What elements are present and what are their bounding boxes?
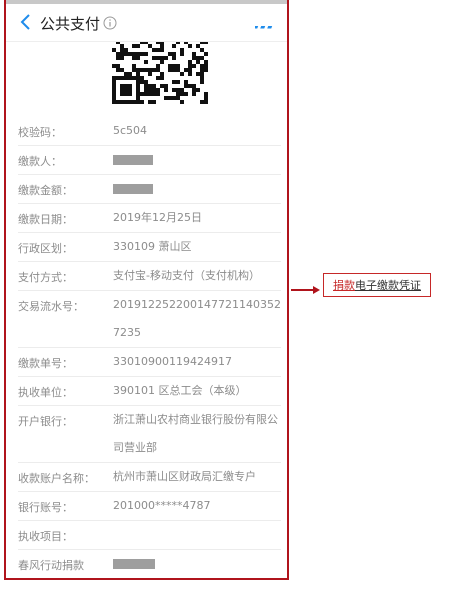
value-date: 2019年12月25日 [113,211,202,224]
value-order-no: 33010900119424917 [113,355,232,368]
callout-label-donation: 捐款 [333,279,355,292]
label-bank: 开户银行： [18,415,73,428]
qr-code-image [112,42,208,104]
label-payer: 缴款人： [18,155,62,168]
row-amount: 缴款金额： [18,175,281,204]
value-pay-method: 支付宝-移动支付（支付机构） [113,269,260,282]
label-check-code: 校验码： [18,126,62,139]
row-collector: 执收单位： 390101 区总工会（本级） [18,377,281,406]
value-collector: 390101 区总工会（本级） [113,384,247,397]
callout-label-voucher: 电子缴款凭证 [355,279,421,292]
redacted-amount [113,184,153,194]
label-item: 执收项目： [18,530,73,543]
row-payer: 缴款人： [18,146,281,175]
value-district: 330109 萧山区 [113,240,192,253]
row-order-no: 缴款单号： 33010900119424917 [18,348,281,377]
row-bank: 开户银行： 浙江萧山农村商业银行股份有限公司营业部 [18,406,281,463]
row-district: 行政区划： 330109 萧山区 [18,233,281,262]
label-date: 缴款日期： [18,213,73,226]
label-pay-method: 支付方式： [18,271,73,284]
redacted-donation [113,559,155,569]
value-account-no: 201000*****4787 [113,499,211,512]
label-amount: 缴款金额： [18,184,73,197]
label-collector: 执收单位： [18,386,73,399]
row-donation: 春风行动捐款 [18,550,281,578]
value-serial-no: 2019122522001477211403527235 [113,298,281,339]
label-order-no: 缴款单号： [18,357,73,370]
arrow-right-icon [291,280,321,294]
row-account-name: 收款账户名称： 杭州市萧山区财政局汇缴专户 [18,463,281,492]
value-account-name: 杭州市萧山区财政局汇缴专户 [113,470,256,483]
value-check-code: 5c504 [113,124,148,137]
label-district: 行政区划： [18,242,73,255]
row-check-code: 校验码： 5c504 [18,117,281,146]
row-pay-method: 支付方式： 支付宝-移动支付（支付机构） [18,262,281,291]
phone-screen: 公共支付 校验码： 5c504 缴款人： 缴款金额： 缴款日期： 2019年12… [4,0,289,580]
row-account-no: 银行账号： 201000*****4787 [18,492,281,521]
row-date: 缴款日期： 2019年12月25日 [18,204,281,233]
more-options-icon[interactable] [253,16,275,29]
page-title: 公共支付 [40,15,101,33]
payment-details: 校验码： 5c504 缴款人： 缴款金额： 缴款日期： 2019年12月25日 … [18,117,281,578]
redacted-payer [113,155,153,165]
row-item: 执收项目： [18,521,281,550]
value-bank: 浙江萧山农村商业银行股份有限公司营业部 [113,413,278,454]
label-account-name: 收款账户名称： [18,472,95,485]
label-account-no: 银行账号： [18,501,73,514]
label-serial-no: 交易流水号： [18,300,84,313]
row-serial-no: 交易流水号： 2019122522001477211403527235 [18,291,281,348]
nav-header: 公共支付 [6,4,287,42]
e-payment-voucher-link[interactable]: 捐款 电子缴款凭证 [323,273,431,297]
back-arrow-icon[interactable] [16,12,36,32]
info-icon[interactable] [103,15,117,30]
label-donation: 春风行动捐款 [18,559,84,572]
